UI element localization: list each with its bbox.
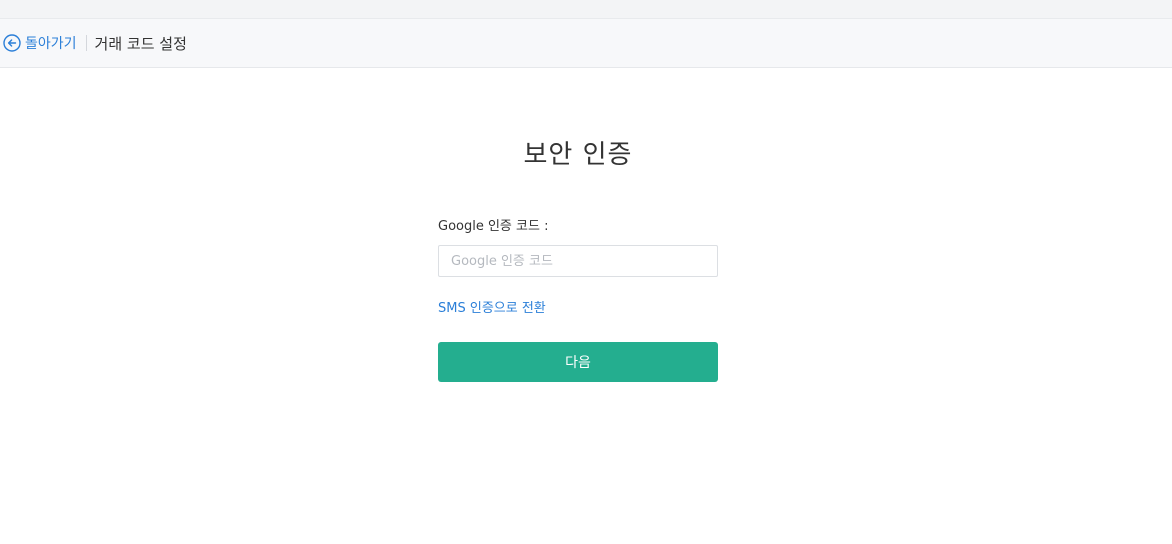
google-code-label: Google 인증 코드 : xyxy=(438,219,549,234)
page-title: 보안 인증 xyxy=(523,140,633,170)
next-button[interactable]: 다음 xyxy=(438,342,718,382)
back-link[interactable]: 돌아가기 xyxy=(3,33,77,53)
top-strip xyxy=(0,0,1172,19)
breadcrumb-title: 거래 코드 설정 xyxy=(94,34,187,53)
back-link-label: 돌아가기 xyxy=(25,36,77,52)
arrow-left-circle-icon xyxy=(3,34,21,52)
subheader-bar: 돌아가기 거래 코드 설정 xyxy=(0,19,1172,68)
switch-sms-link[interactable]: SMS 인증으로 전환 xyxy=(438,300,546,318)
google-code-input[interactable] xyxy=(438,245,718,277)
verification-form: Google 인증 코드 : SMS 인증으로 전환 다음 xyxy=(438,218,718,382)
breadcrumb-divider xyxy=(85,35,87,51)
